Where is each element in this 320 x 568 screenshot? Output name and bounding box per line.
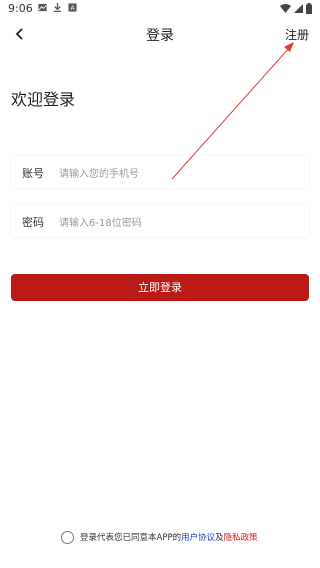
account-input[interactable]: 请输入您的手机号 <box>59 165 139 180</box>
agreement-and: 及 <box>215 533 224 543</box>
password-label: 密码 <box>22 216 44 229</box>
status-time: 9:06 <box>8 2 33 15</box>
system-icons <box>280 3 312 14</box>
account-label: 账号 <box>22 167 44 180</box>
top-nav-bar: 登录 注册 <box>0 20 320 48</box>
svg-text:A: A <box>70 5 75 12</box>
user-agreement-link[interactable]: 用户协议 <box>181 531 215 543</box>
image-icon <box>38 3 47 12</box>
agreement-text: 登录代表您已同意本APP的 <box>80 533 182 543</box>
welcome-heading: 欢迎登录 <box>11 90 76 109</box>
password-input[interactable]: 请输入6-18位密码 <box>59 214 142 229</box>
agreement-checkbox[interactable] <box>61 530 74 544</box>
status-bar: 9:06 A <box>0 0 320 18</box>
notification-icons: A <box>38 3 77 12</box>
privacy-policy-link[interactable]: 隐私政策 <box>224 531 258 543</box>
account-field[interactable]: 账号 请输入您的手机号 <box>11 156 309 188</box>
agreement-row: 登录代表您已同意本APP的 用户协议 及 隐私政策 <box>61 529 258 545</box>
signal-icon <box>294 4 303 13</box>
password-field[interactable]: 密码 请输入6-18位密码 <box>11 205 309 237</box>
download-icon <box>53 3 62 12</box>
register-link[interactable]: 注册 <box>285 26 309 43</box>
wifi-icon <box>280 4 291 13</box>
login-button[interactable]: 立即登录 <box>11 274 309 301</box>
page-title: 登录 <box>146 28 174 44</box>
app-notification-icon: A <box>68 3 77 12</box>
battery-icon <box>306 3 312 14</box>
